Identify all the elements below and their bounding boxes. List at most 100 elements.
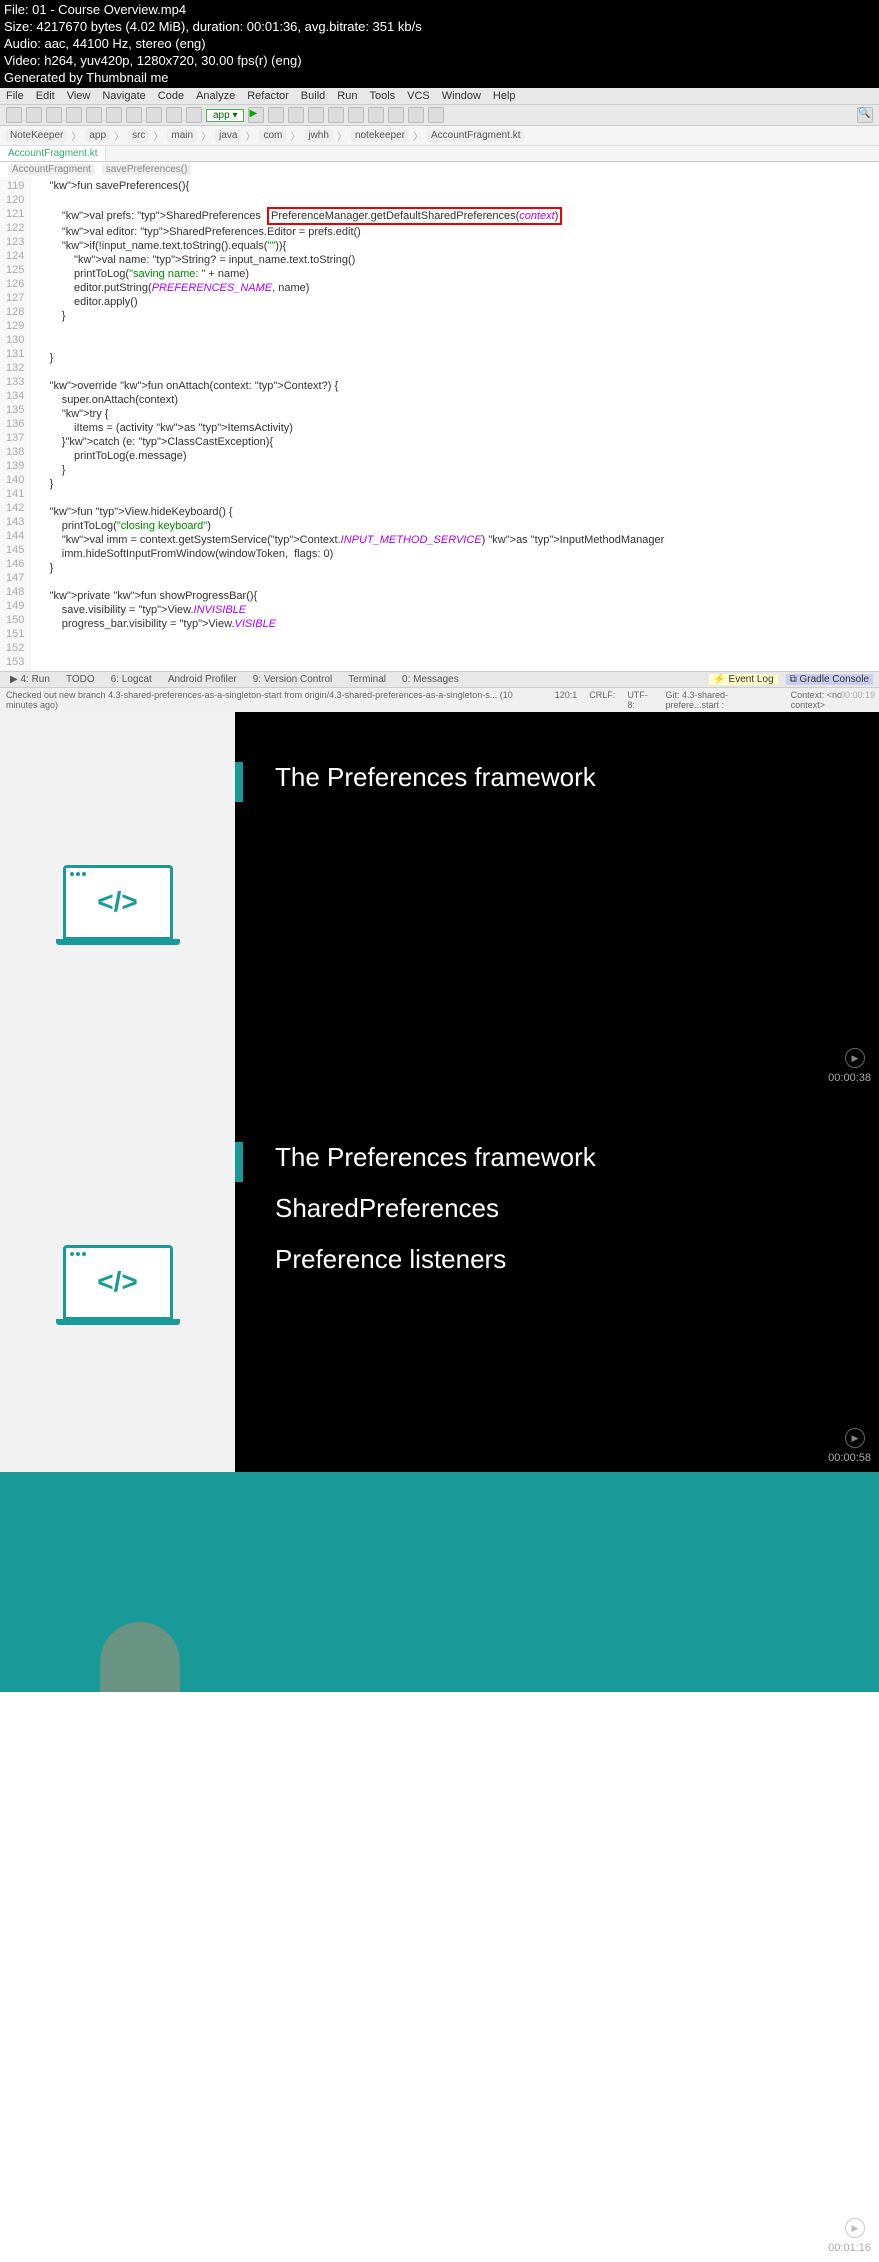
debug-icon[interactable] bbox=[268, 107, 284, 123]
accent-bar bbox=[235, 1142, 243, 1182]
play-overlay-icon[interactable]: ▶ bbox=[845, 2218, 865, 2238]
menu-view[interactable]: View bbox=[67, 90, 91, 102]
editor-tabs: AccountFragment.kt bbox=[0, 146, 879, 162]
slide-2: </> The Preferences framework SharedPref… bbox=[0, 1092, 879, 1472]
menu-help[interactable]: Help bbox=[493, 90, 516, 102]
meta-gen: Generated by Thumbnail me bbox=[4, 70, 875, 87]
menu-vcs[interactable]: VCS bbox=[407, 90, 430, 102]
code-editor[interactable]: 1191201211221231241251261271281291301311… bbox=[0, 177, 879, 671]
crumb-com[interactable]: com bbox=[259, 129, 286, 142]
forward-icon[interactable] bbox=[186, 107, 202, 123]
menu-window[interactable]: Window bbox=[442, 90, 481, 102]
code-glyph-icon: </> bbox=[97, 1266, 137, 1298]
crumb-jwhh[interactable]: jwhh bbox=[304, 129, 333, 142]
status-git: Git: 4.3-shared-prefere...start : bbox=[665, 690, 778, 710]
menu-run[interactable]: Run bbox=[337, 90, 357, 102]
gradle-console-tab[interactable]: ⧉ Gradle Console bbox=[786, 674, 873, 685]
cut-icon[interactable] bbox=[106, 107, 122, 123]
menu-tools[interactable]: Tools bbox=[369, 90, 395, 102]
slide-2-content: The Preferences framework SharedPreferen… bbox=[235, 1092, 879, 1472]
event-log-tab[interactable]: ⚡ Event Log bbox=[709, 674, 777, 685]
ide-window: File Edit View Navigate Code Analyze Ref… bbox=[0, 88, 879, 712]
status-pos: 120:1 bbox=[555, 690, 578, 710]
timestamp-1: 00:00:19 bbox=[840, 690, 875, 700]
tab-todo[interactable]: TODO bbox=[62, 674, 99, 685]
sync-icon[interactable] bbox=[46, 107, 62, 123]
meta-video: Video: h264, yuv420p, 1280x720, 30.00 fp… bbox=[4, 53, 875, 70]
sync-gradle-icon[interactable] bbox=[408, 107, 424, 123]
status-crlf: CRLF: bbox=[589, 690, 615, 710]
tab-accountfragment[interactable]: AccountFragment.kt bbox=[0, 146, 106, 161]
slide-1-title: The Preferences framework bbox=[275, 762, 839, 793]
attach-icon[interactable] bbox=[308, 107, 324, 123]
stop-icon[interactable] bbox=[328, 107, 344, 123]
crumb-notekeeper[interactable]: notekeeper bbox=[351, 129, 409, 142]
slide-1-left: </> bbox=[0, 712, 235, 1092]
open-icon[interactable] bbox=[6, 107, 22, 123]
tab-vcs[interactable]: 9: Version Control bbox=[249, 674, 337, 685]
toolbar: app ▾ ▶ 🔍 bbox=[0, 105, 879, 126]
editor-crumbs: AccountFragment savePreferences() bbox=[0, 162, 879, 177]
tab-run[interactable]: ▶ 4: Run bbox=[6, 674, 54, 685]
menu-build[interactable]: Build bbox=[301, 90, 325, 102]
tab-messages[interactable]: 0: Messages bbox=[398, 674, 463, 685]
search-icon[interactable]: 🔍 bbox=[857, 107, 873, 123]
redo-icon[interactable] bbox=[86, 107, 102, 123]
tab-profiler[interactable]: Android Profiler bbox=[164, 674, 241, 685]
video-metadata: File: 01 - Course Overview.mp4 Size: 421… bbox=[0, 0, 879, 88]
status-msg: Checked out new branch 4.3-shared-prefer… bbox=[6, 690, 531, 710]
crumb-class[interactable]: AccountFragment bbox=[8, 164, 95, 175]
menu-code[interactable]: Code bbox=[158, 90, 184, 102]
crumb-main[interactable]: main bbox=[167, 129, 197, 142]
play-overlay-icon[interactable]: ▶ bbox=[845, 1048, 865, 1068]
run-icon[interactable]: ▶ bbox=[248, 107, 264, 123]
slide-2-t3: Preference listeners bbox=[275, 1244, 839, 1275]
presenter-silhouette bbox=[100, 1622, 180, 1692]
paste-icon[interactable] bbox=[146, 107, 162, 123]
save-icon[interactable] bbox=[26, 107, 42, 123]
run-config-combo[interactable]: app ▾ bbox=[206, 109, 244, 122]
tab-terminal[interactable]: Terminal bbox=[344, 674, 390, 685]
crumb-file[interactable]: AccountFragment.kt bbox=[427, 129, 524, 142]
help-icon[interactable] bbox=[428, 107, 444, 123]
undo-icon[interactable] bbox=[66, 107, 82, 123]
timestamp-3: 00:00:58 bbox=[828, 1452, 871, 1464]
slide-2-t2: SharedPreferences bbox=[275, 1193, 839, 1224]
code-area[interactable]: "kw">fun savePreferences(){ "kw">val pre… bbox=[31, 177, 879, 671]
nav-breadcrumb: NoteKeeper〉 app〉 src〉 main〉 java〉 com〉 j… bbox=[0, 126, 879, 146]
sdk-icon[interactable] bbox=[368, 107, 384, 123]
menu-navigate[interactable]: Navigate bbox=[102, 90, 145, 102]
meta-file: File: 01 - Course Overview.mp4 bbox=[4, 2, 875, 19]
laptop-icon: </> bbox=[63, 1245, 173, 1320]
crumb-root[interactable]: NoteKeeper bbox=[6, 129, 67, 142]
slide-3 bbox=[0, 1472, 879, 1692]
menu-edit[interactable]: Edit bbox=[36, 90, 55, 102]
timestamp-4: 00:01:16 bbox=[828, 2242, 871, 2254]
crumb-method[interactable]: savePreferences() bbox=[102, 164, 192, 175]
play-overlay-icon[interactable]: ▶ bbox=[845, 1428, 865, 1448]
slide-4: ▶ 00:01:16 bbox=[0, 1692, 879, 2262]
menu-refactor[interactable]: Refactor bbox=[247, 90, 289, 102]
laptop-icon: </> bbox=[63, 865, 173, 940]
crumb-src[interactable]: src bbox=[128, 129, 149, 142]
timestamp-2: 00:00:38 bbox=[828, 1072, 871, 1084]
menu-analyze[interactable]: Analyze bbox=[196, 90, 235, 102]
tab-logcat[interactable]: 6: Logcat bbox=[107, 674, 156, 685]
meta-size: Size: 4217670 bytes (4.02 MiB), duration… bbox=[4, 19, 875, 36]
crumb-app[interactable]: app bbox=[85, 129, 110, 142]
meta-audio: Audio: aac, 44100 Hz, stereo (eng) bbox=[4, 36, 875, 53]
slide-1-content: The Preferences framework ▶ 00:00:38 bbox=[235, 712, 879, 1092]
accent-bar bbox=[235, 762, 243, 802]
avd-icon[interactable] bbox=[348, 107, 364, 123]
crumb-java[interactable]: java bbox=[215, 129, 241, 142]
slide-2-left: </> bbox=[0, 1092, 235, 1472]
menubar: File Edit View Navigate Code Analyze Ref… bbox=[0, 88, 879, 105]
back-icon[interactable] bbox=[166, 107, 182, 123]
profile-icon[interactable] bbox=[288, 107, 304, 123]
copy-icon[interactable] bbox=[126, 107, 142, 123]
menu-file[interactable]: File bbox=[6, 90, 24, 102]
code-glyph-icon: </> bbox=[97, 886, 137, 918]
slide-1: </> The Preferences framework ▶ 00:00:38 bbox=[0, 712, 879, 1092]
structure-icon[interactable] bbox=[388, 107, 404, 123]
gutter: 1191201211221231241251261271281291301311… bbox=[0, 177, 31, 671]
